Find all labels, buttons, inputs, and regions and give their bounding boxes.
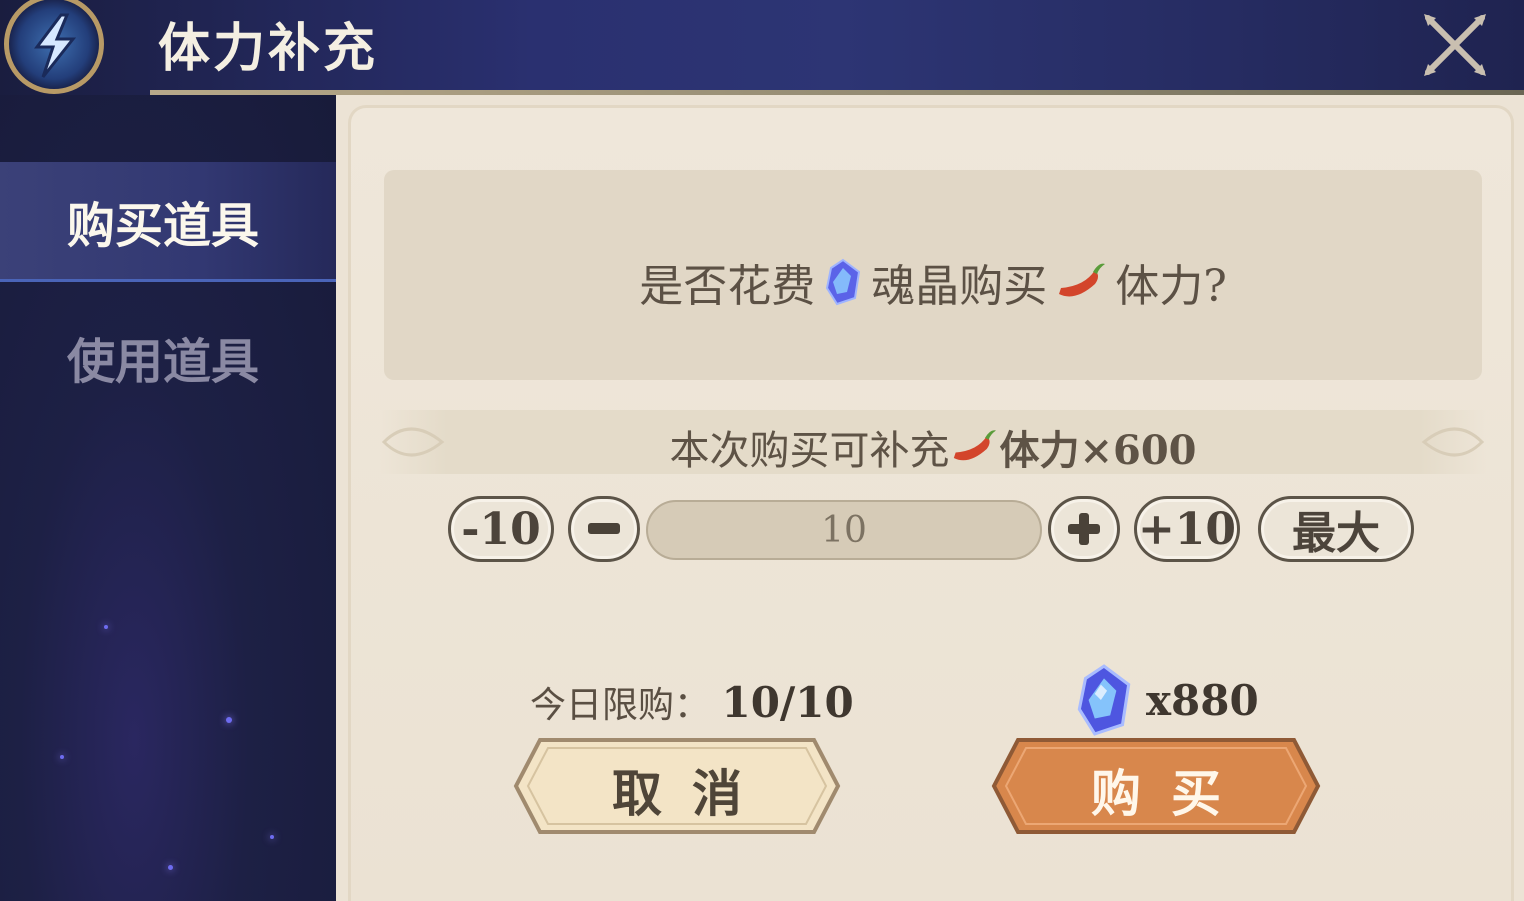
title-bar: 体力补充	[0, 0, 1524, 95]
cancel-button[interactable]: 取消	[512, 736, 842, 836]
sparkle-decoration	[270, 835, 274, 839]
buy-button[interactable]: 购买	[990, 736, 1322, 836]
soul-crystal-icon	[826, 258, 861, 306]
buy-label: 购买	[1091, 764, 1251, 823]
question-suffix: 体力?	[1115, 261, 1227, 312]
soul-crystal-icon	[1077, 664, 1131, 736]
info-prefix: 本次购买可补充	[669, 428, 950, 474]
plus-button[interactable]	[1048, 496, 1120, 562]
daily-limit-value: 10/10	[721, 678, 854, 727]
purchase-question: 是否花费 魂晶购买 体力?	[384, 250, 1482, 314]
sparkle-decoration	[104, 625, 108, 629]
max-button[interactable]: 最大	[1258, 496, 1414, 562]
stamina-pepper-icon	[1059, 263, 1106, 297]
cost-display: x880	[1072, 660, 1259, 740]
minus-10-button[interactable]: -10	[448, 496, 554, 562]
close-icon[interactable]	[1420, 12, 1490, 78]
sidebar: 购买道具 使用道具	[0, 95, 336, 901]
daily-limit: 今日限购： 10/10	[530, 676, 854, 728]
lightning-emblem-icon	[4, 0, 104, 94]
question-box: 是否花费 魂晶购买 体力?	[384, 170, 1482, 380]
cancel-label: 取消	[612, 764, 772, 823]
sparkle-decoration	[226, 717, 232, 723]
plus-icon	[1068, 513, 1100, 545]
minus-button[interactable]	[568, 496, 640, 562]
quantity-field[interactable]: 10	[646, 500, 1042, 560]
sidebar-item-use-items[interactable]: 使用道具	[0, 297, 336, 417]
info-suffix: 体力×600	[999, 427, 1197, 474]
question-middle: 魂晶购买	[871, 261, 1048, 312]
minus-icon	[588, 523, 620, 534]
replenish-info: 本次购买可补充 体力×600	[380, 418, 1486, 476]
sparkle-decoration	[60, 755, 64, 759]
page-title: 体力补充	[158, 18, 379, 79]
info-ribbon: 本次购买可补充 体力×600	[380, 410, 1486, 474]
question-prefix: 是否花费	[639, 261, 816, 312]
daily-limit-label: 今日限购：	[530, 685, 711, 726]
sidebar-item-buy-items[interactable]: 购买道具	[0, 162, 336, 282]
sparkle-decoration	[168, 865, 173, 870]
stamina-pepper-icon	[954, 430, 997, 461]
cost-value: x880	[1146, 675, 1259, 725]
plus-10-button[interactable]: +10	[1134, 496, 1240, 562]
